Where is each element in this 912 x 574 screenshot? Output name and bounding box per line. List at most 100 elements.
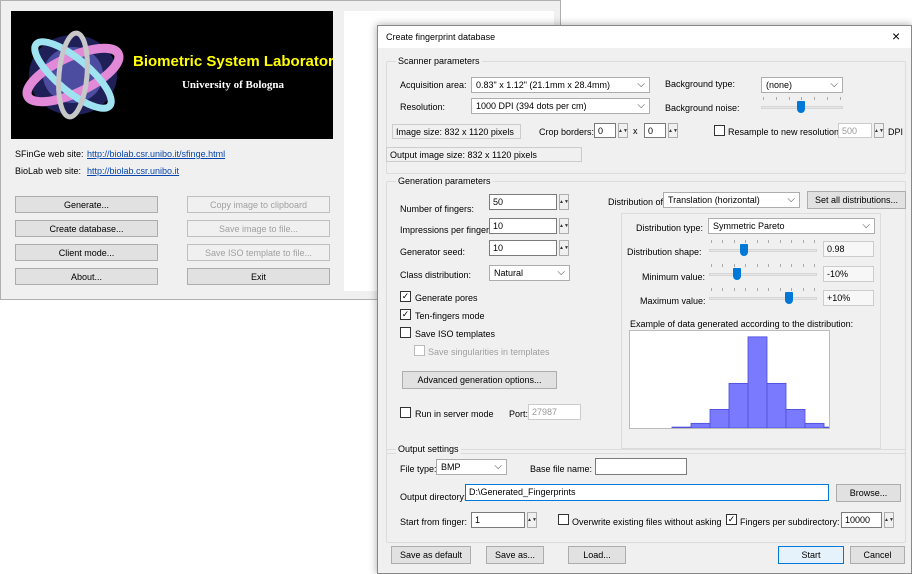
generate-pores-checkbox[interactable]: ✓ bbox=[400, 291, 411, 302]
acquisition-value: 0.83" x 1.12" (21.1mm x 28.4mm) bbox=[476, 80, 610, 90]
save-iso-checkbox[interactable] bbox=[400, 327, 411, 338]
maximum-label: Maximum value: bbox=[640, 296, 706, 306]
distribution-of-select[interactable]: Translation (horizontal) ⌵ bbox=[663, 192, 800, 208]
set-all-distributions-button[interactable]: Set all distributions... bbox=[807, 191, 906, 209]
biolab-link[interactable]: http://biolab.csr.unibo.it bbox=[87, 166, 179, 176]
copy-image-button[interactable]: Copy image to clipboard bbox=[187, 196, 330, 213]
server-mode-label: Run in server mode bbox=[415, 409, 494, 419]
port-input[interactable]: 27987 bbox=[528, 404, 581, 420]
file-type-label: File type: bbox=[400, 464, 437, 474]
seed-stepper[interactable]: ▲▼ bbox=[559, 240, 569, 256]
output-directory-input[interactable]: D:\Generated_Fingerprints bbox=[465, 484, 829, 501]
generate-pores-label: Generate pores bbox=[415, 293, 478, 303]
crop-times-label: x bbox=[633, 126, 638, 136]
distribution-histogram bbox=[629, 330, 830, 429]
distribution-of-label: Distribution of: bbox=[608, 197, 666, 207]
overwrite-checkbox[interactable] bbox=[558, 514, 569, 525]
load-button[interactable]: Load... bbox=[568, 546, 626, 564]
histogram-bar bbox=[728, 382, 749, 428]
start-from-finger-label: Start from finger: bbox=[400, 517, 468, 527]
create-database-dialog: Create fingerprint database × Scanner pa… bbox=[377, 25, 912, 574]
resample-label: Resample to new resolution: bbox=[728, 127, 842, 137]
sfinge-link[interactable]: http://biolab.csr.unibo.it/sfinge.html bbox=[87, 149, 225, 159]
background-noise-label: Background noise: bbox=[665, 103, 740, 113]
advanced-options-button[interactable]: Advanced generation options... bbox=[402, 371, 557, 389]
dialog-title: Create fingerprint database bbox=[386, 32, 496, 42]
save-iso-label: Save ISO templates bbox=[415, 329, 496, 339]
crop-x-stepper[interactable]: ▲▼ bbox=[618, 123, 628, 138]
histogram-bar bbox=[823, 426, 829, 428]
start-from-finger-input[interactable]: 1 bbox=[471, 512, 525, 528]
impressions-input[interactable]: 10 bbox=[489, 218, 557, 234]
logo-icon bbox=[22, 30, 124, 120]
crop-x-input[interactable]: 0 bbox=[594, 123, 616, 138]
output-size-readout: Output image size: 832 x 1120 pixels bbox=[386, 147, 582, 162]
fingers-per-subdirectory-checkbox[interactable]: ✓ bbox=[726, 514, 737, 525]
histogram-bar bbox=[766, 382, 787, 428]
exit-button[interactable]: Exit bbox=[187, 268, 330, 285]
distribution-type-label: Distribution type: bbox=[636, 223, 704, 233]
background-type-label: Background type: bbox=[665, 79, 736, 89]
create-database-button[interactable]: Create database... bbox=[15, 220, 158, 237]
chevron-down-icon: ⌵ bbox=[494, 461, 502, 472]
impressions-stepper[interactable]: ▲▼ bbox=[559, 218, 569, 234]
seed-input[interactable]: 10 bbox=[489, 240, 557, 256]
generate-button[interactable]: Generate... bbox=[15, 196, 158, 213]
minimum-value: -10% bbox=[823, 266, 874, 282]
start-from-finger-stepper[interactable]: ▲▼ bbox=[527, 512, 537, 528]
class-distribution-label: Class distribution: bbox=[400, 270, 472, 280]
fingers-per-subdirectory-stepper[interactable]: ▲▼ bbox=[884, 512, 894, 528]
resolution-select[interactable]: 1000 DPI (394 dots per cm) ⌵ bbox=[471, 98, 650, 114]
save-as-button[interactable]: Save as... bbox=[486, 546, 544, 564]
histogram-bar bbox=[804, 422, 825, 428]
ten-fingers-checkbox[interactable]: ✓ bbox=[400, 309, 411, 320]
save-as-default-button[interactable]: Save as default bbox=[391, 546, 471, 564]
resample-stepper[interactable]: ▲▼ bbox=[874, 123, 884, 138]
background-type-value: (none) bbox=[766, 80, 793, 90]
chevron-down-icon: ⌵ bbox=[637, 100, 645, 111]
output-directory-label: Output directory: bbox=[400, 492, 467, 502]
maximum-slider[interactable] bbox=[784, 292, 793, 304]
maximum-value: +10% bbox=[823, 290, 874, 306]
browse-button[interactable]: Browse... bbox=[836, 484, 901, 502]
shape-slider[interactable] bbox=[739, 244, 748, 256]
distribution-type-select[interactable]: Symmetric Pareto ⌵ bbox=[708, 218, 875, 234]
seed-label: Generator seed: bbox=[400, 247, 466, 257]
minimum-slider[interactable] bbox=[733, 268, 742, 280]
output-group-title: Output settings bbox=[396, 444, 461, 454]
acquisition-select[interactable]: 0.83" x 1.12" (21.1mm x 28.4mm) ⌵ bbox=[471, 77, 650, 93]
crop-y-stepper[interactable]: ▲▼ bbox=[668, 123, 678, 138]
fingers-input[interactable]: 50 bbox=[489, 194, 557, 210]
about-button[interactable]: About... bbox=[15, 268, 158, 285]
port-label: Port: bbox=[509, 409, 529, 419]
server-mode-checkbox[interactable] bbox=[400, 407, 411, 418]
background-type-select[interactable]: (none) ⌵ bbox=[761, 77, 843, 93]
histogram-bar bbox=[785, 409, 806, 428]
class-distribution-select[interactable]: Natural ⌵ bbox=[489, 265, 570, 281]
shape-ticks bbox=[711, 240, 815, 243]
scanner-group-title: Scanner parameters bbox=[396, 56, 482, 66]
class-distribution-value: Natural bbox=[494, 268, 524, 278]
fingers-per-subdirectory-input[interactable]: 10000 bbox=[841, 512, 882, 528]
banner-subtitle: University of Bologna bbox=[181, 79, 285, 91]
chevron-down-icon: ⌵ bbox=[787, 194, 795, 205]
crop-y-input[interactable]: 0 bbox=[644, 123, 666, 138]
base-file-name-input[interactable] bbox=[595, 458, 687, 475]
save-singularities-checkbox[interactable] bbox=[414, 345, 425, 356]
file-type-select[interactable]: BMP ⌵ bbox=[436, 459, 507, 475]
save-image-button[interactable]: Save image to file... bbox=[187, 220, 330, 237]
cancel-button[interactable]: Cancel bbox=[850, 546, 905, 564]
histogram-bar bbox=[671, 426, 692, 428]
histogram-bar bbox=[747, 336, 768, 428]
shape-track bbox=[709, 249, 817, 252]
fingers-stepper[interactable]: ▲▼ bbox=[559, 194, 569, 210]
fingers-per-subdirectory-label: Fingers per subdirectory: bbox=[740, 517, 840, 527]
start-button[interactable]: Start bbox=[778, 546, 844, 564]
banner: Biometric System Laboratory University o… bbox=[11, 11, 333, 139]
save-iso-button[interactable]: Save ISO template to file... bbox=[187, 244, 330, 261]
background-noise-slider[interactable] bbox=[797, 101, 805, 113]
resample-checkbox[interactable] bbox=[714, 125, 725, 136]
close-icon[interactable]: × bbox=[892, 28, 900, 44]
resample-input[interactable]: 500 bbox=[838, 123, 872, 138]
client-mode-button[interactable]: Client mode... bbox=[15, 244, 158, 261]
